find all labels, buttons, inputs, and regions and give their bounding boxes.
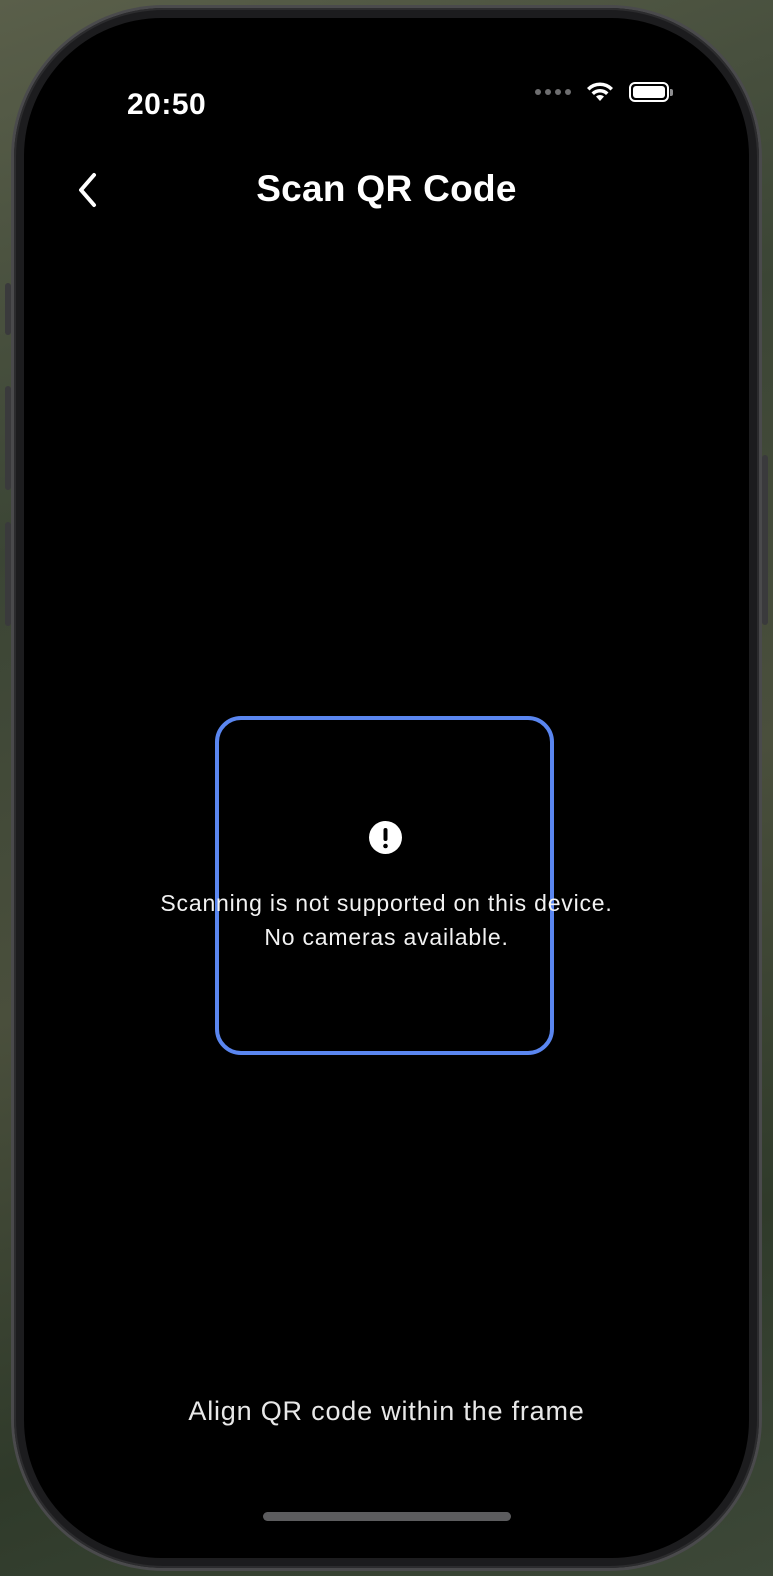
wifi-icon	[587, 82, 613, 101]
error-message: Scanning is not supported on this device…	[24, 886, 749, 954]
app-screen: 20:50 Scan QR Code Scanning is not suppo…	[24, 18, 749, 1558]
align-instruction: Align QR code within the frame	[188, 1396, 585, 1426]
device-volume-up	[5, 386, 11, 490]
battery-icon	[629, 82, 673, 102]
device-volume-down	[5, 522, 11, 626]
page-title: Scan QR Code	[256, 168, 517, 209]
device-side-button	[5, 283, 11, 335]
exclamation-circle-icon	[369, 821, 402, 854]
home-indicator[interactable]	[263, 1512, 511, 1521]
error-message-line2: No cameras available.	[264, 924, 509, 950]
device-power-button	[762, 455, 768, 625]
status-time: 20:50	[127, 88, 207, 121]
error-message-line1: Scanning is not supported on this device…	[160, 890, 613, 916]
status-icons	[535, 78, 673, 106]
signal-dots-icon	[535, 89, 571, 95]
